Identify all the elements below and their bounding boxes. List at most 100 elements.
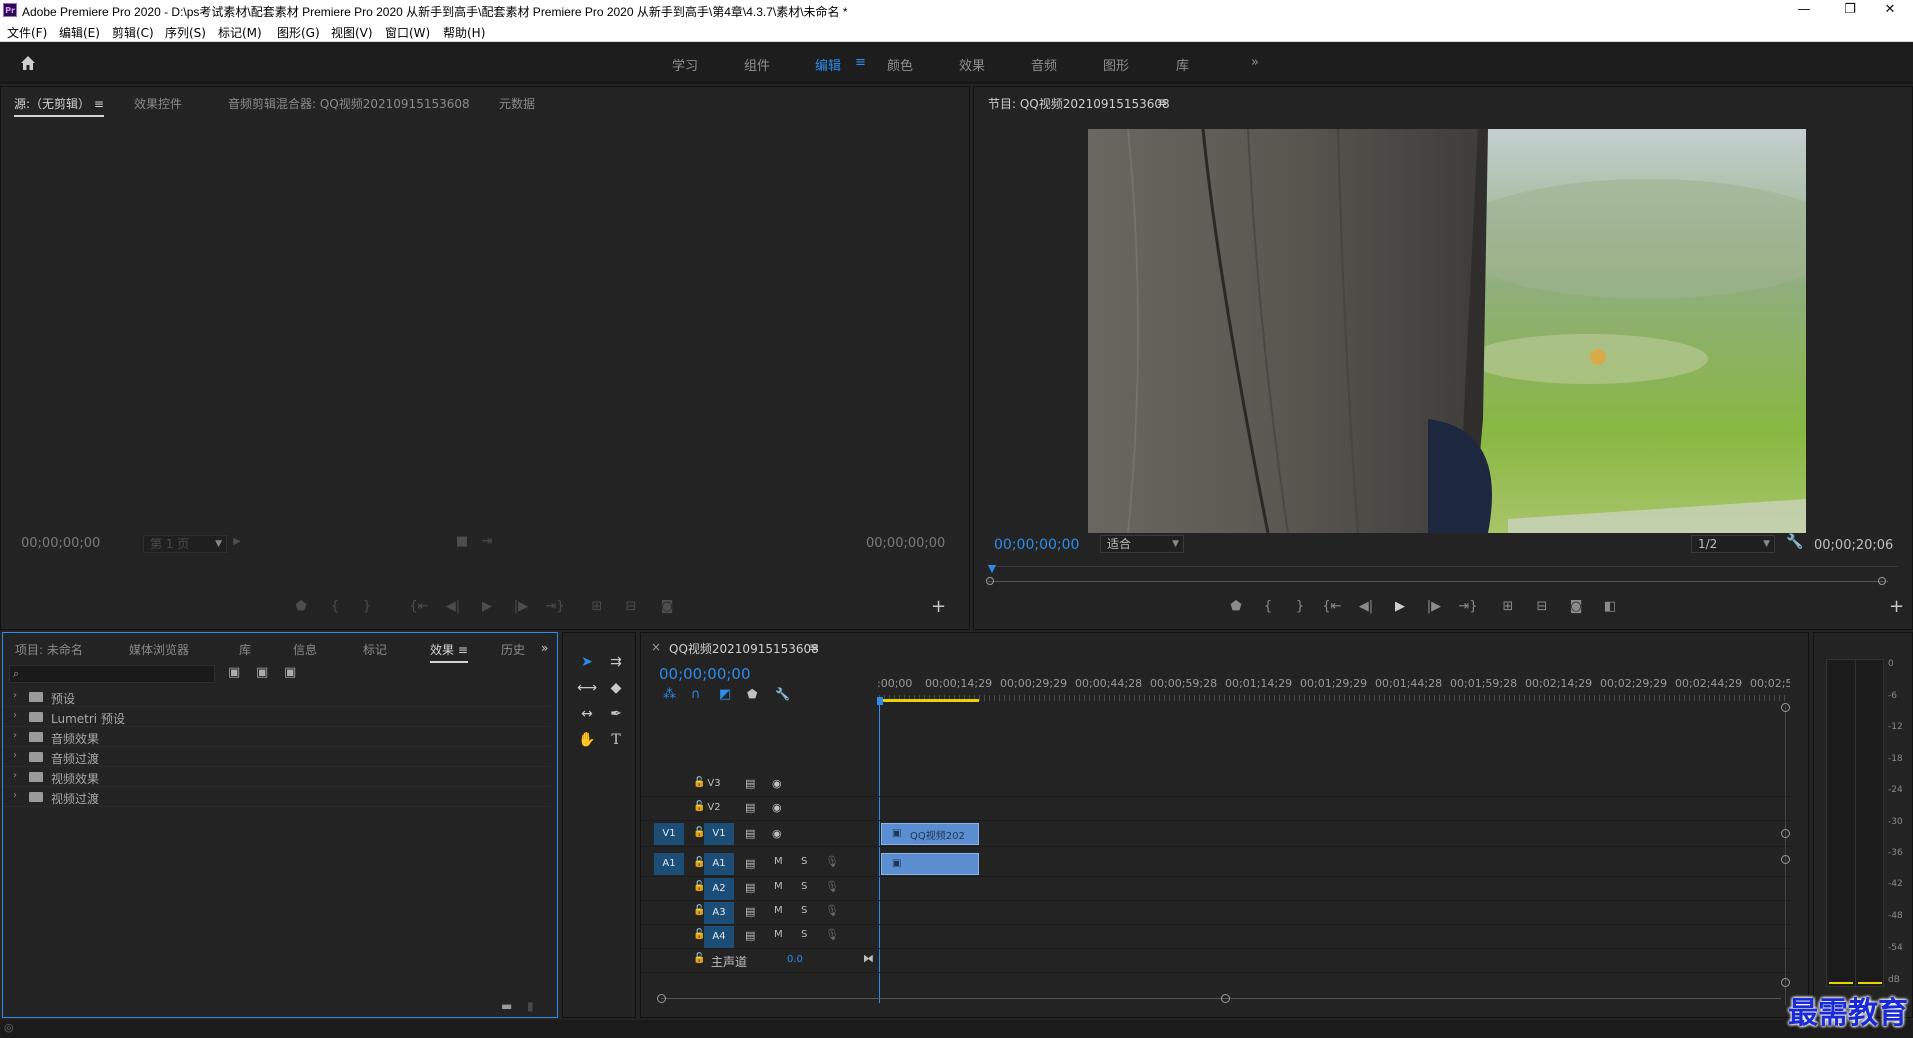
chevron-right-icon[interactable]: › <box>13 790 17 801</box>
effects-folder-audio-transitions[interactable]: › 音频过渡 <box>3 747 551 767</box>
sync-lock-icon[interactable]: ▤ <box>745 801 755 814</box>
step-back-icon[interactable]: ◀| <box>1356 599 1376 614</box>
effects-folder-video-transitions[interactable]: › 视频过渡 <box>3 787 551 807</box>
menu-file[interactable]: 文件(F) <box>7 24 47 41</box>
lock-icon[interactable]: 🔓 <box>693 953 705 964</box>
menu-clip[interactable]: 剪辑(C) <box>112 24 154 41</box>
32bit-effects-icon[interactable]: ▣ <box>256 665 268 680</box>
menu-window[interactable]: 窗口(W) <box>385 24 430 41</box>
lift-icon[interactable]: ⊞ <box>1498 599 1518 614</box>
workspace-tab-assembly[interactable]: 组件 <box>744 55 770 74</box>
microphone-icon[interactable]: 🎙 <box>825 928 839 941</box>
selection-tool-icon[interactable]: ➤ <box>576 651 598 673</box>
mark-in-icon[interactable]: { <box>325 599 345 614</box>
eye-icon[interactable]: ◉ <box>772 801 782 814</box>
tab-audio-clip-mixer[interactable]: 音频剪辑混合器: QQ视频20210915153608 <box>228 95 470 112</box>
zoom-handle-right[interactable] <box>1878 577 1886 585</box>
solo-button[interactable]: S <box>801 905 807 916</box>
workspace-tab-color[interactable]: 颜色 <box>887 55 913 74</box>
solo-button[interactable]: S <box>801 881 807 892</box>
close-sequence-icon[interactable]: × <box>651 640 661 654</box>
microphone-icon[interactable]: 🎙 <box>825 904 839 917</box>
sync-lock-icon[interactable]: ▤ <box>745 777 755 790</box>
program-menu-icon[interactable]: ≡ <box>1157 95 1167 109</box>
tab-effect-controls[interactable]: 效果控件 <box>134 95 182 112</box>
home-icon[interactable] <box>18 53 38 73</box>
source-patch-v1[interactable]: V1 <box>654 823 684 845</box>
tab-media-browser[interactable]: 媒体浏览器 <box>129 641 189 658</box>
mute-button[interactable]: M <box>774 856 783 867</box>
tab-history[interactable]: 历史 <box>501 641 527 658</box>
tab-source[interactable]: 源:（无剪辑） ≡ <box>14 95 104 117</box>
play-icon[interactable]: ▶ <box>1390 599 1410 614</box>
go-to-end-icon[interactable]: ⧓ <box>863 952 874 965</box>
tab-libraries[interactable]: 库 <box>239 641 251 658</box>
program-add-button-icon[interactable]: + <box>1889 596 1904 617</box>
chevron-right-icon[interactable]: › <box>13 750 17 761</box>
track-label-v1[interactable]: V1 <box>704 823 734 845</box>
program-timecode[interactable]: 00;00;00;00 <box>994 537 1079 553</box>
program-playhead[interactable] <box>988 565 996 573</box>
workspace-tab-libraries[interactable]: 库 <box>1176 55 1189 74</box>
workspace-tab-learning[interactable]: 学习 <box>672 55 698 74</box>
microphone-icon[interactable]: 🎙 <box>825 880 839 893</box>
source-timecode[interactable]: 00;00;00;00 <box>21 536 100 551</box>
workspace-tab-audio[interactable]: 音频 <box>1031 55 1057 74</box>
effects-search-input[interactable]: ⌕ <box>9 665 215 683</box>
accelerated-effects-icon[interactable]: ▣ <box>228 665 240 680</box>
vscroll-handle-video-bottom[interactable] <box>1781 829 1790 838</box>
program-time-ruler[interactable] <box>988 561 1898 571</box>
workspace-tab-graphics[interactable]: 图形 <box>1103 55 1129 74</box>
mute-button[interactable]: M <box>774 905 783 916</box>
tab-effects-menu-icon[interactable]: ≡ <box>458 643 468 657</box>
add-marker-icon[interactable]: ⬟ <box>1226 599 1246 614</box>
track-label-a4[interactable]: A4 <box>704 926 734 948</box>
sync-lock-icon[interactable]: ▤ <box>745 929 755 942</box>
tab-source-menu-icon[interactable]: ≡ <box>94 97 104 111</box>
add-marker-icon[interactable]: ⬟ <box>291 599 311 614</box>
source-add-button-icon[interactable]: + <box>931 596 946 617</box>
effects-folder-audio-effects[interactable]: › 音频效果 <box>3 727 551 747</box>
menu-edit[interactable]: 编辑(E) <box>59 24 100 41</box>
eye-icon[interactable]: ◉ <box>772 827 782 840</box>
solo-button[interactable]: S <box>801 856 807 867</box>
menu-markers[interactable]: 标记(M) <box>218 24 262 41</box>
master-volume-value[interactable]: 0.0 <box>787 954 803 965</box>
step-forward-icon[interactable]: |▶ <box>1424 599 1444 614</box>
go-to-out-icon[interactable]: ⇥} <box>545 599 565 614</box>
hscroll-handle-left[interactable] <box>657 994 666 1003</box>
effects-folder-lumetri-presets[interactable]: › Lumetri 预设 <box>3 707 551 727</box>
track-label-a1[interactable]: A1 <box>704 853 734 875</box>
vscroll-handle-top[interactable] <box>1781 703 1790 712</box>
chevron-right-icon[interactable]: › <box>13 730 17 741</box>
hscroll-handle-right[interactable] <box>1221 994 1230 1003</box>
track-select-tool-icon[interactable]: ⇉ <box>605 651 627 673</box>
snap-magnet-icon[interactable]: ∩ <box>691 687 701 702</box>
tab-metadata[interactable]: 元数据 <box>499 95 535 112</box>
tab-info[interactable]: 信息 <box>293 641 317 658</box>
workspace-overflow-icon[interactable]: » <box>1251 55 1259 70</box>
menu-sequence[interactable]: 序列(S) <box>165 24 206 41</box>
program-zoom-bar[interactable] <box>988 581 1888 582</box>
timeline-settings-wrench-icon[interactable]: 🔧 <box>775 687 790 701</box>
tab-project[interactable]: 项目: 未命名 <box>15 641 83 658</box>
source-page-select[interactable]: 第 1 页 ▼ <box>143 535 227 553</box>
play-icon[interactable]: ▶ <box>477 599 497 614</box>
program-video-frame[interactable] <box>1088 129 1806 533</box>
effects-folder-presets[interactable]: › 预设 <box>3 687 551 707</box>
video-clip[interactable]: ▣ QQ视频202 <box>881 823 979 845</box>
razor-tool-icon[interactable]: ◆ <box>605 677 627 699</box>
sequence-menu-icon[interactable]: ≡ <box>809 640 819 654</box>
extract-icon[interactable]: ⊟ <box>1532 599 1552 614</box>
chevron-right-icon[interactable]: › <box>13 690 17 701</box>
program-fit-select[interactable]: 适合 ▼ <box>1100 535 1184 553</box>
sync-lock-icon[interactable]: ▤ <box>745 827 755 840</box>
go-to-out-icon[interactable]: ⇥} <box>1458 599 1478 614</box>
go-to-in-icon[interactable]: {⇤ <box>409 599 429 614</box>
mark-out-icon[interactable]: } <box>1290 599 1310 614</box>
vscroll-handle-bottom[interactable] <box>1781 978 1790 987</box>
new-bin-icon[interactable]: ▬ <box>501 999 512 1013</box>
audio-clip[interactable]: ▣ <box>881 853 979 875</box>
sync-lock-icon[interactable]: ▤ <box>745 857 755 870</box>
sync-lock-icon[interactable]: ▤ <box>745 881 755 894</box>
